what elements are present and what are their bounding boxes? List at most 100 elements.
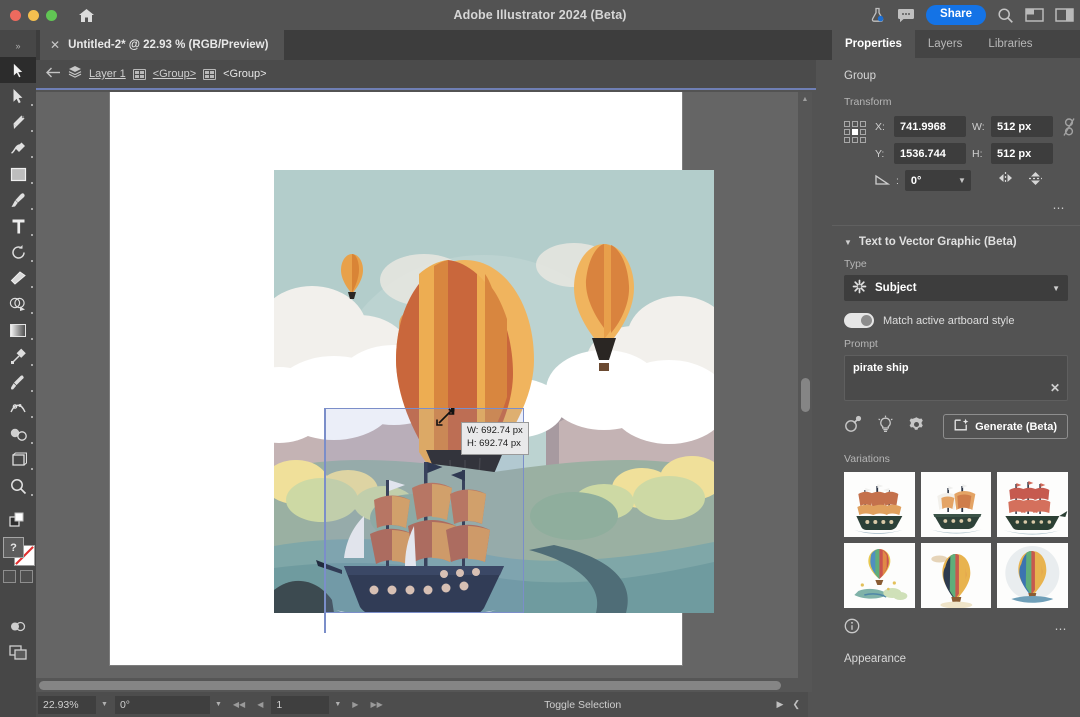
close-icon[interactable]: ✕ bbox=[50, 38, 60, 52]
page-nav-first[interactable]: ◀◀ bbox=[227, 700, 251, 709]
rotation-angle-field[interactable]: 0° ▼ bbox=[905, 170, 971, 191]
flask-beta-icon[interactable] bbox=[869, 7, 886, 24]
appearance-section-title[interactable]: Appearance bbox=[832, 639, 1080, 665]
lightbulb-icon[interactable] bbox=[877, 415, 894, 438]
transform-more-options-icon[interactable]: ⋯ bbox=[1053, 201, 1067, 215]
gradient-tool[interactable] bbox=[0, 317, 36, 343]
info-icon[interactable] bbox=[844, 618, 860, 639]
variation-balloon-3[interactable] bbox=[997, 543, 1068, 608]
share-button[interactable]: Share bbox=[926, 5, 986, 26]
blend-tool[interactable] bbox=[0, 421, 36, 447]
chevron-down-icon[interactable]: ▼ bbox=[953, 176, 971, 185]
status-mode-label[interactable]: Toggle Selection bbox=[389, 699, 777, 711]
color-mode-icon[interactable] bbox=[3, 570, 16, 583]
scale-tool[interactable] bbox=[0, 343, 36, 369]
type-label: Type bbox=[844, 258, 1068, 270]
unlink-proportions-icon[interactable] bbox=[1062, 116, 1076, 143]
clear-icon[interactable]: ✕ bbox=[1050, 381, 1060, 395]
variation-balloon-2[interactable] bbox=[921, 543, 992, 608]
fill-stroke-swatches[interactable]: ? bbox=[0, 537, 36, 597]
variations-more-options-icon[interactable]: ⋯ bbox=[1055, 622, 1069, 636]
x-label: X: bbox=[875, 121, 888, 133]
tooltip-height: H: 692.74 px bbox=[467, 438, 523, 451]
zoom-level-value[interactable]: 22.93% bbox=[38, 696, 96, 714]
width-tool[interactable] bbox=[0, 395, 36, 421]
type-select[interactable]: Subject ▼ bbox=[844, 275, 1068, 301]
page-nav-next[interactable]: ▶ bbox=[346, 700, 364, 709]
back-arrow-icon[interactable] bbox=[46, 65, 61, 83]
group-icon bbox=[203, 69, 216, 80]
document-tab[interactable]: ✕ Untitled-2* @ 22.93 % (RGB/Preview) bbox=[40, 30, 284, 60]
breadcrumb: Layer 1 <Group> <Group> bbox=[36, 60, 816, 90]
gear-icon[interactable] bbox=[908, 416, 925, 438]
w-label: W: bbox=[972, 121, 985, 133]
gradient-mode-icon[interactable] bbox=[20, 570, 33, 583]
flip-vertical-icon[interactable] bbox=[1028, 171, 1043, 191]
page-number-value[interactable]: 1 bbox=[271, 696, 329, 714]
match-artboard-style-row[interactable]: Match active artboard style bbox=[844, 313, 1068, 328]
tab-properties[interactable]: Properties bbox=[832, 30, 915, 58]
group-icon bbox=[133, 69, 146, 80]
breadcrumb-item-group-1[interactable]: <Group> bbox=[153, 68, 196, 80]
prompt-input[interactable]: pirate ship ✕ bbox=[844, 355, 1068, 401]
status-chevron-icon[interactable]: ❮ bbox=[792, 699, 800, 710]
variation-ship-1[interactable] bbox=[844, 472, 915, 537]
fill-swatch[interactable]: ? bbox=[3, 537, 24, 558]
variation-ship-2[interactable] bbox=[921, 472, 992, 537]
page-nav-last[interactable]: ▶▶ bbox=[364, 700, 388, 709]
chevron-down-icon[interactable]: ▼ bbox=[844, 238, 852, 247]
search-icon[interactable] bbox=[997, 7, 1014, 24]
generate-button[interactable]: Generate (Beta) bbox=[943, 414, 1068, 439]
rotation-angle-input[interactable]: 0° bbox=[905, 170, 953, 191]
shape-builder-tool[interactable] bbox=[0, 291, 36, 317]
screen-mode-icon[interactable] bbox=[0, 639, 36, 665]
match-artboard-style-toggle[interactable] bbox=[844, 313, 874, 328]
vertical-scroll-thumb[interactable] bbox=[801, 378, 810, 412]
canvas-area[interactable]: W: 692.74 px H: 692.74 px bbox=[36, 92, 808, 692]
canvas-horizontal-scrollbar[interactable] bbox=[36, 678, 808, 692]
eyedropper-tool[interactable] bbox=[0, 369, 36, 395]
artboard[interactable]: W: 692.74 px H: 692.74 px bbox=[110, 92, 682, 665]
rectangle-tool[interactable] bbox=[0, 161, 36, 187]
comment-icon[interactable] bbox=[897, 8, 915, 23]
double-chevron-icon[interactable]: » bbox=[0, 35, 36, 57]
zoom-tool[interactable] bbox=[0, 473, 36, 499]
page-nav-prev[interactable]: ◀ bbox=[251, 700, 269, 709]
selection-tool[interactable] bbox=[0, 57, 36, 83]
flip-horizontal-icon[interactable] bbox=[997, 171, 1014, 190]
variation-balloon-1[interactable] bbox=[844, 543, 915, 608]
scroll-up-icon[interactable]: ▲ bbox=[798, 92, 812, 106]
eraser-tool[interactable] bbox=[0, 265, 36, 291]
chevron-down-icon[interactable]: ▼ bbox=[1052, 284, 1060, 293]
swap-fill-stroke-icon[interactable] bbox=[0, 507, 36, 533]
direct-selection-tool[interactable] bbox=[0, 83, 36, 109]
variation-ship-3[interactable] bbox=[997, 472, 1068, 537]
width-input[interactable]: 512 px bbox=[991, 116, 1053, 137]
workspace-layout-icon[interactable] bbox=[1025, 8, 1044, 22]
curvature-tool[interactable] bbox=[0, 135, 36, 161]
drawing-mode-icon[interactable] bbox=[0, 613, 36, 639]
prompt-detail-icon[interactable] bbox=[844, 415, 863, 438]
play-icon[interactable]: ▶ bbox=[777, 699, 784, 710]
rotation-value[interactable]: 0° bbox=[115, 696, 210, 714]
match-artboard-style-label: Match active artboard style bbox=[883, 315, 1014, 327]
y-input[interactable]: 1536.744 bbox=[894, 143, 966, 164]
zoom-chevron-icon[interactable]: ▼ bbox=[96, 701, 113, 708]
pen-tool[interactable] bbox=[0, 109, 36, 135]
tab-libraries[interactable]: Libraries bbox=[975, 30, 1045, 58]
x-input[interactable]: 741.9968 bbox=[894, 116, 966, 137]
type-tool[interactable] bbox=[0, 213, 36, 239]
panel-layout-icon[interactable] bbox=[1055, 8, 1074, 22]
canvas-vertical-scrollbar[interactable]: ▲ ▼ bbox=[798, 92, 812, 692]
artboard-tool[interactable] bbox=[0, 447, 36, 473]
breadcrumb-item-layer[interactable]: Layer 1 bbox=[89, 68, 126, 80]
height-input[interactable]: 512 px bbox=[991, 143, 1053, 164]
text-to-vector-header[interactable]: ▼ Text to Vector Graphic (Beta) bbox=[832, 226, 1080, 248]
tab-layers[interactable]: Layers bbox=[915, 30, 976, 58]
rotation-chevron-icon[interactable]: ▼ bbox=[210, 701, 227, 708]
horizontal-scroll-thumb[interactable] bbox=[39, 681, 781, 690]
page-chevron-icon[interactable]: ▼ bbox=[329, 701, 346, 708]
rotate-tool[interactable] bbox=[0, 239, 36, 265]
reference-point-selector[interactable] bbox=[844, 121, 866, 143]
paintbrush-tool[interactable] bbox=[0, 187, 36, 213]
